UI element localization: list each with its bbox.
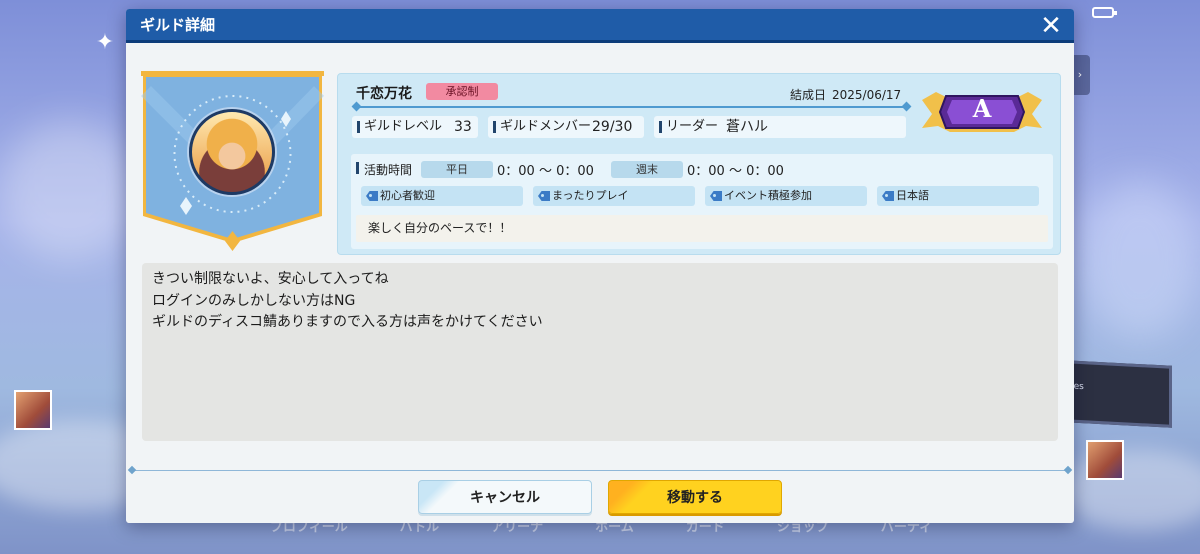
footer-divider	[132, 470, 1068, 471]
bg-cloud	[1060, 450, 1200, 530]
tag-label: 日本語	[896, 189, 929, 202]
guild-leader-label: リーダー	[666, 119, 719, 134]
guild-level-stat: ギルドレベル 33	[352, 116, 478, 138]
weekday-label: 平日	[421, 161, 493, 178]
close-icon[interactable]: ✕	[1038, 13, 1064, 39]
founded-value: 2025/06/17	[832, 88, 902, 102]
move-button[interactable]: 移動する	[608, 480, 782, 514]
rank-letter: A	[972, 94, 992, 123]
guild-members-label: ギルドメンバー	[500, 119, 592, 134]
modal-title: ギルド詳細	[140, 16, 216, 34]
divider	[356, 106, 907, 108]
tag-icon	[882, 191, 894, 201]
settings-emblem-icon[interactable]: ✦	[90, 30, 120, 56]
description-line: ログインのみしかしない方はNG	[152, 292, 356, 309]
tag-active-events: イベント積極参加	[705, 186, 867, 206]
guild-rank-badge: A	[922, 86, 1042, 136]
weekday-time: 0：00 ～ 0：00	[497, 164, 594, 179]
guild-level-value: 33	[454, 119, 472, 135]
guild-avatar	[189, 109, 275, 195]
guild-description: きつい制限ないよ、安心して入ってね ログインのみしかしない方はNG ギルドのディ…	[142, 263, 1058, 441]
founded-date: 結成日 2025/06/17	[790, 86, 901, 103]
event-card-thumbnail[interactable]	[14, 390, 52, 430]
tag-icon	[710, 191, 722, 201]
battery-icon	[1092, 7, 1117, 18]
activity-section: 活動時間 平日 0：00 ～ 0：00 週末 0：00 ～ 0：00 初心者歓迎…	[351, 154, 1053, 249]
tag-label: 初心者歓迎	[380, 189, 435, 202]
guild-leader-stat: リーダー 蒼ハル	[654, 116, 906, 138]
guild-name: 千恋万花	[356, 86, 412, 102]
weekend-time: 0：00 ～ 0：00	[687, 164, 784, 179]
guild-info-panel: 千恋万花 承認制 結成日 2025/06/17 A ギルドレベル 33 ギルドメン…	[337, 73, 1061, 255]
bg-glow	[1080, 180, 1200, 340]
guild-members-value: 29/30	[592, 119, 633, 135]
guild-leader-value: 蒼ハル	[726, 119, 768, 135]
join-type-badge: 承認制	[426, 83, 498, 100]
tag-japanese: 日本語	[877, 186, 1039, 206]
bg-glow	[0, 120, 140, 260]
tag-beginner-welcome: 初心者歓迎	[361, 186, 523, 206]
guild-motto: 楽しく自分のペースで！！	[356, 215, 1048, 242]
guild-emblem	[141, 71, 324, 254]
tag-label: イベント積極参加	[724, 189, 812, 202]
founded-label: 結成日	[790, 88, 827, 102]
tag-casual-play: まったりプレイ	[533, 186, 695, 206]
cancel-button[interactable]: キャンセル	[418, 480, 592, 514]
guild-members-stat: ギルドメンバー 29/30	[488, 116, 644, 138]
modal-header: ギルド詳細	[126, 9, 1074, 43]
guild-detail-modal: ギルド詳細 ✕ 千恋万花 承認制 結成日 2025/06/17 A ギルドレベル…	[126, 9, 1074, 523]
description-line: きつい制限ないよ、安心して入ってね	[152, 271, 389, 287]
event-card-thumbnail[interactable]	[1086, 440, 1124, 480]
guild-level-label: ギルドレベル	[364, 119, 443, 134]
tag-icon	[538, 191, 550, 201]
tag-icon	[366, 191, 378, 201]
weekend-label: 週末	[611, 161, 683, 178]
description-line: ギルドのディスコ鯖ありますので入る方は声をかけてください	[152, 314, 543, 330]
activity-time-label: 活動時間	[356, 161, 412, 178]
tag-label: まったりプレイ	[552, 189, 629, 202]
